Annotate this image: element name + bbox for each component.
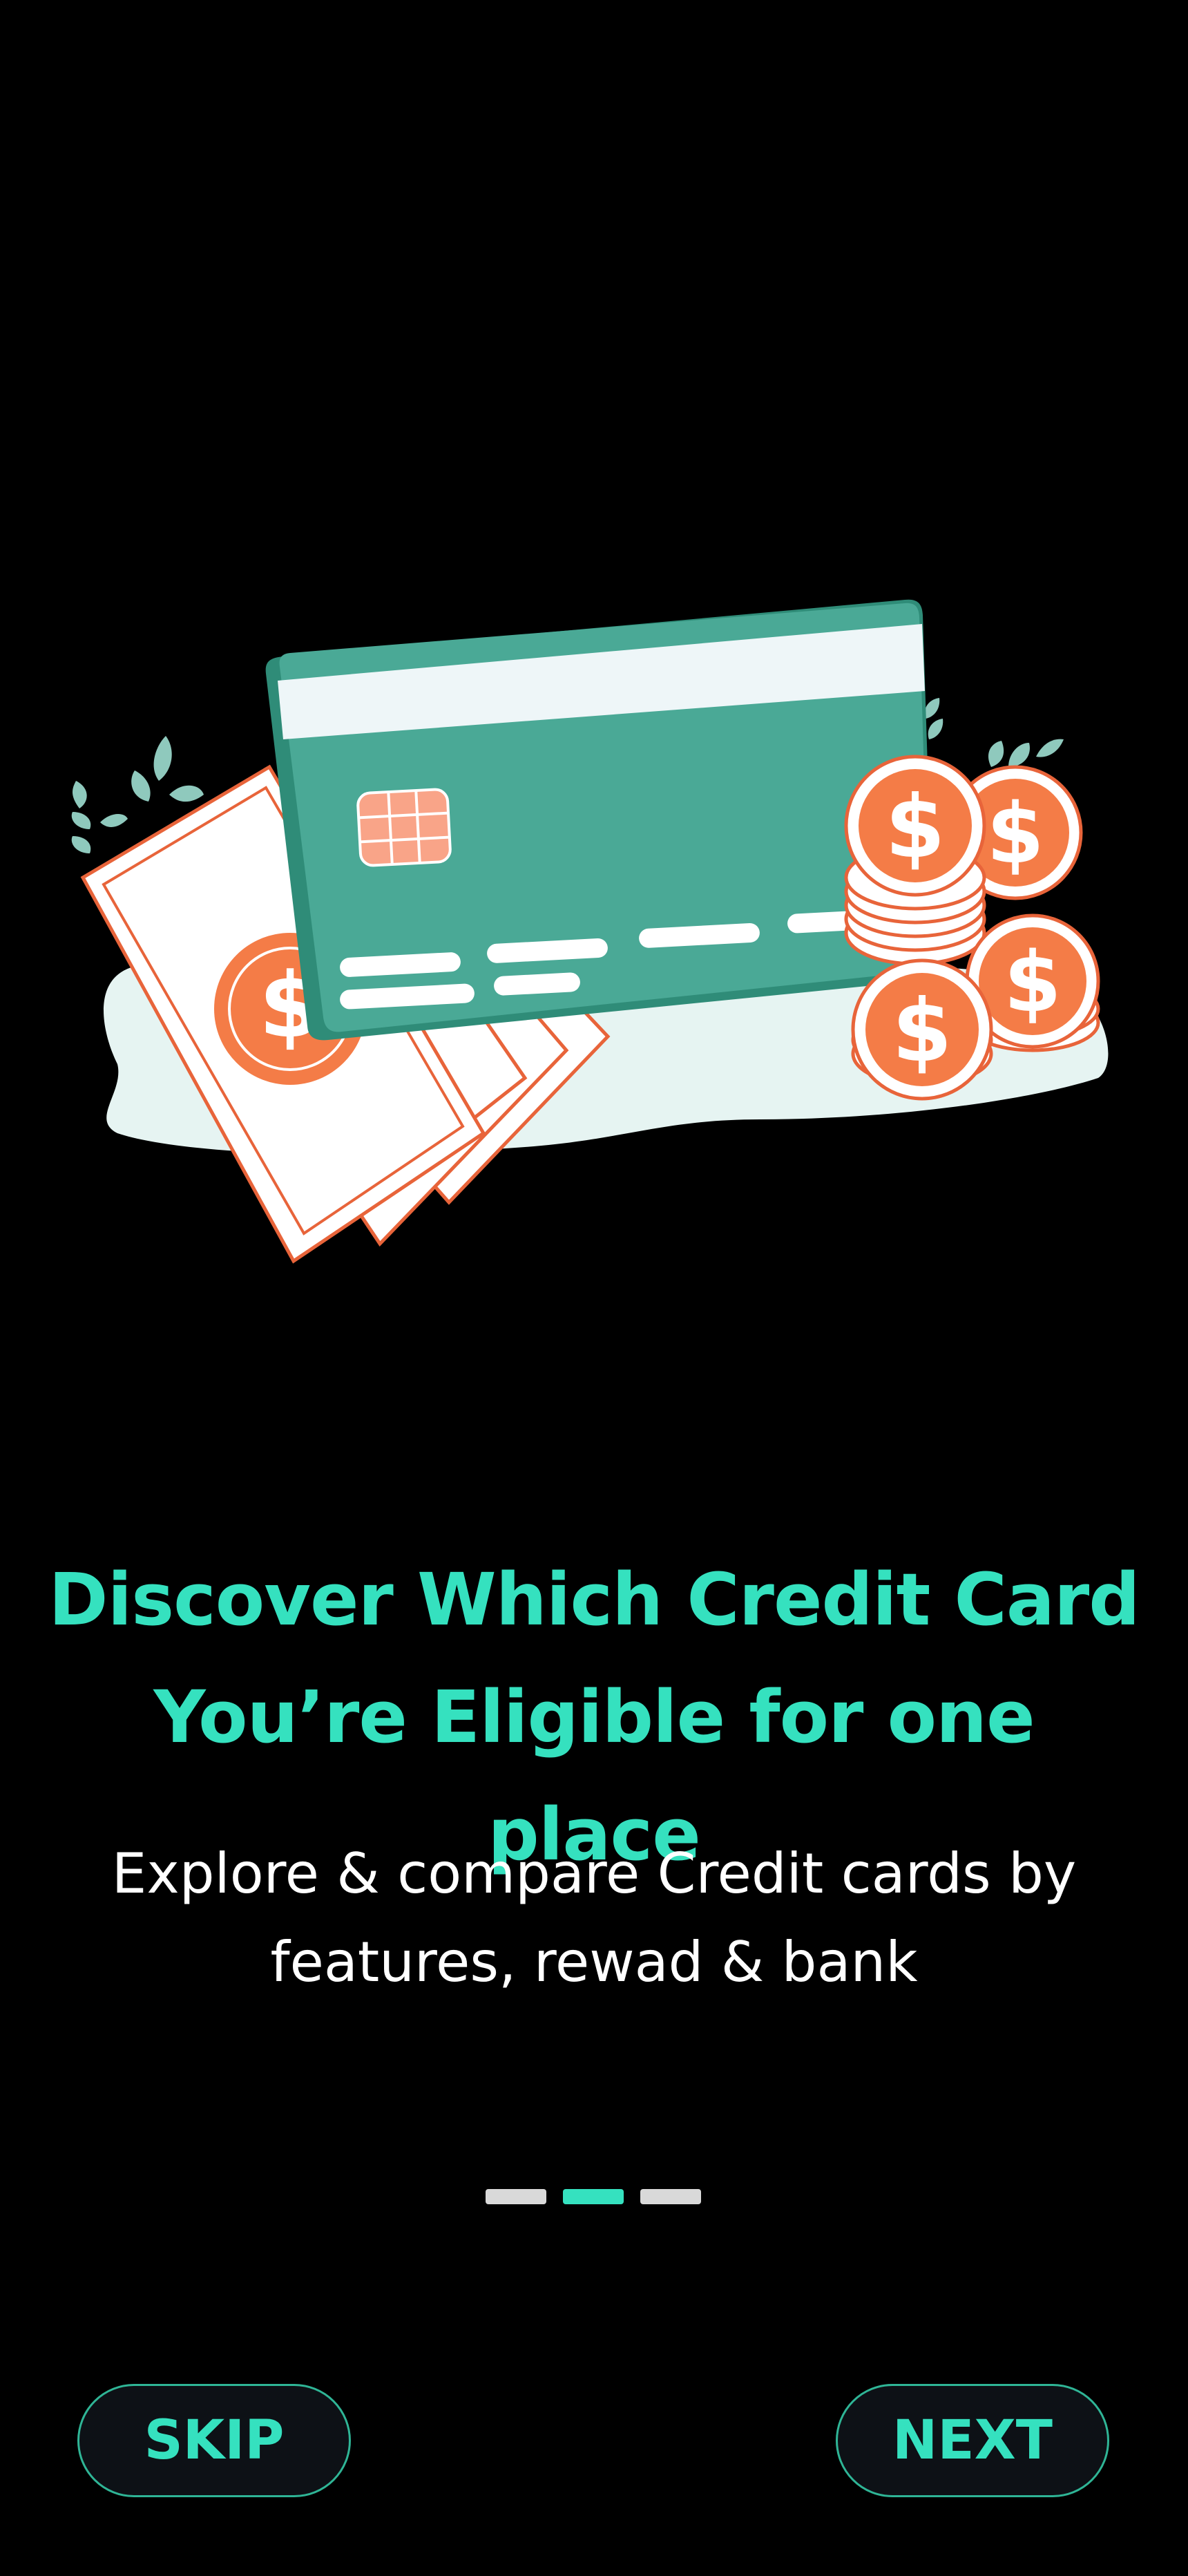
page-dot-3 <box>640 2189 701 2204</box>
skip-button-label: SKIP <box>144 2409 285 2472</box>
page-dot-1 <box>486 2189 546 2204</box>
credit-card-illustration: $ $ $ $ $ <box>71 599 1109 1264</box>
svg-text:$: $ <box>885 777 946 878</box>
next-button-label: NEXT <box>892 2409 1053 2472</box>
description-line-2: features, rewad & bank <box>270 1930 918 1994</box>
page-dot-2-active <box>563 2189 624 2204</box>
page-indicator <box>486 2189 701 2206</box>
next-button[interactable]: NEXT <box>836 2384 1109 2497</box>
skip-button[interactable]: SKIP <box>77 2384 351 2497</box>
coin-stack-icon: $ $ $ $ <box>844 755 1100 1101</box>
description-line-1: Explore & compare Credit cards by <box>111 1841 1077 1906</box>
title-line-1: Discover Which Credit Card <box>48 1557 1140 1642</box>
credit-card-icon <box>265 599 934 1041</box>
svg-text:$: $ <box>986 786 1044 882</box>
card-chip-icon <box>356 788 452 867</box>
onboarding-description: Explore & compare Credit cards by featur… <box>55 1830 1133 2007</box>
svg-text:$: $ <box>1004 935 1062 1031</box>
onboarding-screen: $ $ $ $ $ Discover Which Credit Card You… <box>0 0 1188 2576</box>
leaf-right-icon <box>924 698 1064 767</box>
svg-text:$: $ <box>892 981 952 1081</box>
